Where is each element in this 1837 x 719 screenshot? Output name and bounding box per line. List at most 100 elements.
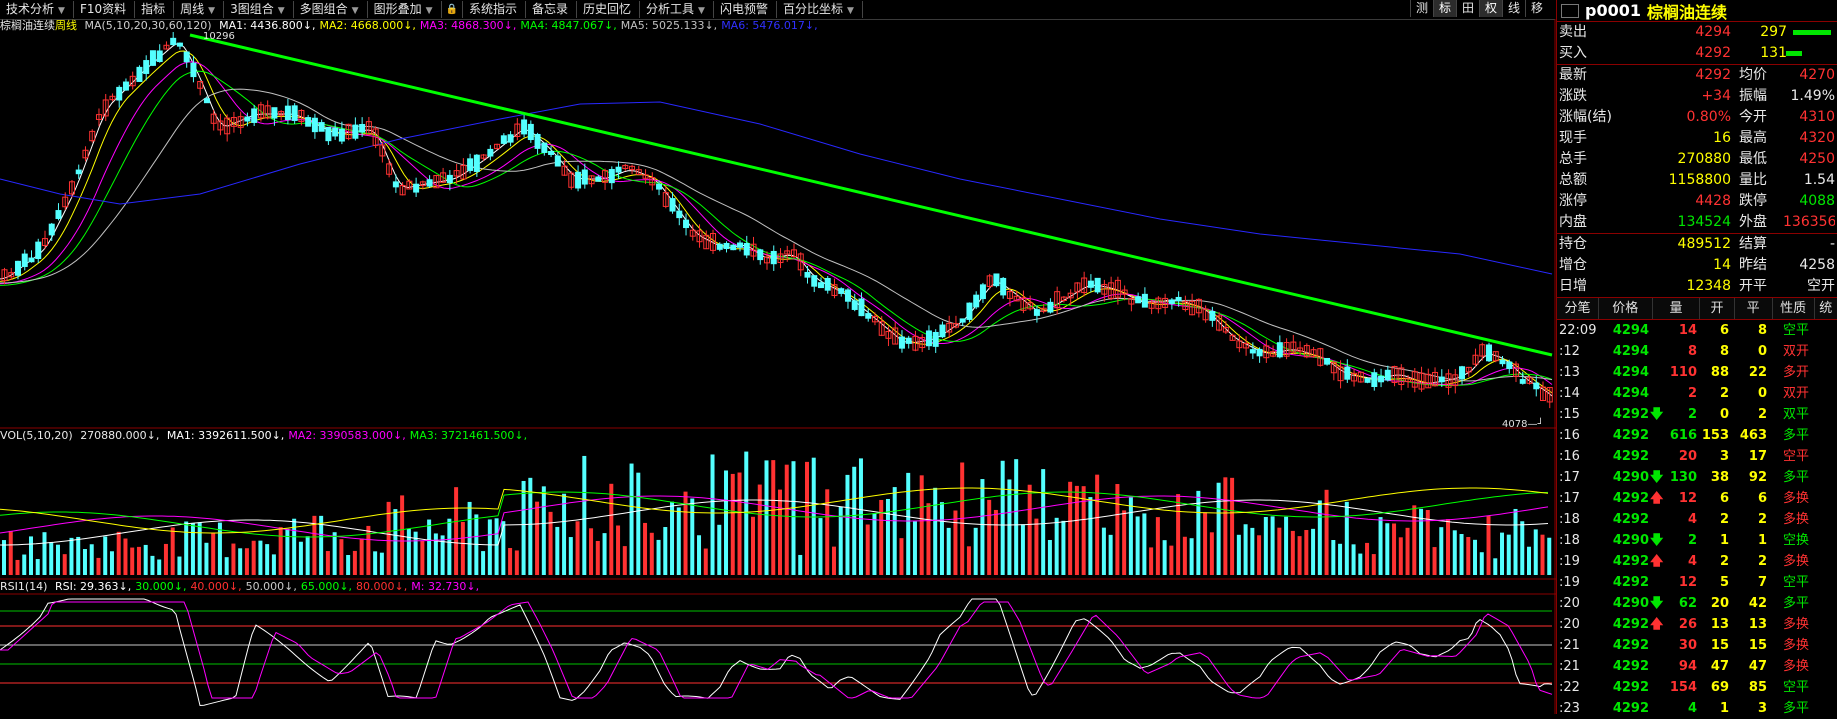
toolbar-button-10[interactable]: 分析工具 ▼	[640, 1, 714, 18]
volume-bar	[170, 527, 175, 575]
volume-bar	[1317, 500, 1322, 575]
volume-bar	[400, 495, 405, 575]
tick-row[interactable]: :21 4292 30 15 15 多换	[1557, 635, 1837, 656]
toolbar-button-6[interactable]: 图形叠加 ▼	[368, 1, 442, 18]
tick-row[interactable]: :20 4290 🡇 62 20 42 多平	[1557, 593, 1837, 614]
tick-row[interactable]: :14 4294 2 2 0 双开	[1557, 383, 1837, 404]
tick-row[interactable]: :18 4292 4 2 2 多换	[1557, 509, 1837, 530]
toolbar-button-4[interactable]: 3图组合 ▼	[224, 1, 294, 18]
candle-body	[170, 37, 177, 46]
candle-body	[359, 124, 366, 133]
tick-row[interactable]: 22:09 4294 14 6 8 空平	[1557, 320, 1837, 341]
toolbar-right-button-0[interactable]: 测	[1410, 0, 1433, 17]
volume-bar	[872, 513, 877, 575]
tick-column-header[interactable]: 平	[1735, 298, 1773, 319]
tick-row[interactable]: :22 4292 154 69 85 空平	[1557, 677, 1837, 698]
toolbar-button-12[interactable]: 百分比坐标 ▼	[777, 1, 863, 18]
volume-bar	[946, 527, 951, 575]
toolbar-right-button-2[interactable]: 田	[1456, 0, 1479, 17]
tick-row[interactable]: :17 4292 🡅 12 6 6 多换	[1557, 488, 1837, 509]
tick-row[interactable]: :15 4292 🡇 2 0 2 双平	[1557, 404, 1837, 425]
quote-row: 现手 16 最高 4320	[1557, 128, 1837, 149]
tick-volume: 8	[1687, 344, 1697, 359]
candle-body	[1168, 299, 1175, 304]
volume-bar	[130, 547, 135, 575]
volume-bar	[76, 536, 81, 575]
toolbar-right-button-3[interactable]: 权	[1479, 0, 1502, 17]
toolbar-button-7[interactable]: 系统指示	[463, 1, 526, 18]
tick-row[interactable]: :16 4292 616 153 463 多平	[1557, 425, 1837, 446]
candle-body	[156, 50, 163, 63]
volume-bar	[494, 518, 499, 575]
tick-column-header[interactable]: 统	[1815, 298, 1837, 319]
tick-nature: 多换	[1783, 638, 1810, 653]
quote-value: +34	[1701, 88, 1731, 104]
volume-bar	[96, 557, 101, 575]
quote-label: 今开	[1739, 109, 1767, 125]
toolbar-button-11[interactable]: 闪电预警	[714, 1, 777, 18]
tick-close: 17	[1748, 449, 1767, 464]
volume-bar	[487, 519, 492, 575]
candle-body	[973, 294, 980, 308]
candle-body	[811, 275, 818, 287]
window-icon[interactable]	[1561, 3, 1579, 18]
tick-row[interactable]: :23 4292 4 1 3 多平	[1557, 698, 1837, 719]
quote-value: 4270	[1799, 67, 1835, 83]
volume-bar	[69, 537, 74, 575]
volume-bar	[1047, 539, 1052, 575]
tick-row[interactable]: :16 4292 20 3 17 空平	[1557, 446, 1837, 467]
candle-body	[305, 117, 312, 127]
tick-row[interactable]: :17 4290 🡇 130 38 92 多平	[1557, 467, 1837, 488]
candle-body	[534, 133, 541, 149]
tick-column-header[interactable]: 性质	[1773, 298, 1815, 319]
volume-bar	[1324, 489, 1329, 575]
tick-column-header[interactable]: 价格	[1599, 298, 1653, 319]
volume-bar	[190, 523, 195, 575]
tick-row[interactable]: :12 4294 8 8 0 双开	[1557, 341, 1837, 362]
lock-icon[interactable]: 🔒	[442, 1, 463, 18]
toolbar-button-5[interactable]: 多图组合 ▼	[294, 1, 368, 18]
volume-bar	[973, 527, 978, 575]
tick-row[interactable]: :19 4292 🡅 4 2 2 多换	[1557, 551, 1837, 572]
tick-column-header[interactable]: 量	[1653, 298, 1701, 319]
toolbar-button-9[interactable]: 历史回忆	[577, 1, 641, 18]
kline-chart[interactable]: 102964078—┘	[0, 19, 1556, 714]
toolbar-button-1[interactable]: F10资料	[74, 1, 136, 18]
candle-body	[311, 117, 318, 133]
moving-average-line	[0, 61, 1553, 386]
tick-open: 5	[1719, 575, 1729, 590]
volume-bar	[211, 532, 216, 575]
toolbar-button-3[interactable]: 周线 ▼	[174, 1, 225, 18]
toolbar-right-button-5[interactable]: 移	[1525, 0, 1548, 17]
candle-body	[575, 171, 582, 189]
candle-body	[932, 331, 939, 347]
tick-open: 1	[1719, 533, 1729, 548]
tick-row[interactable]: :13 4294 110 88 22 多开	[1557, 362, 1837, 383]
quote-label: 最高	[1739, 130, 1767, 146]
tick-row[interactable]: :20 4292 🡅 26 13 13 多换	[1557, 614, 1837, 635]
toolbar-right-button-4[interactable]: 线	[1502, 0, 1525, 17]
quote-row: 总额 1158800 量比 1.54	[1557, 170, 1837, 191]
tick-column-header[interactable]: 开	[1700, 298, 1735, 319]
quote-label: 开平	[1739, 278, 1767, 294]
toolbar-button-8[interactable]: 备忘录	[526, 1, 577, 18]
tick-time: :20	[1559, 617, 1580, 632]
volume-bar	[271, 554, 276, 575]
toolbar-right-button-1[interactable]: 标	[1433, 0, 1456, 17]
tick-table[interactable]: 22:09 4294 14 6 8 空平:12 4294 8 8 0 双开:13 4294 110 88 2…	[1557, 320, 1837, 719]
tick-row[interactable]: :18 4290 🡇 2 1 1 空换	[1557, 530, 1837, 551]
candle-body	[291, 105, 298, 121]
quote-label: 最低	[1739, 151, 1767, 167]
candle-body	[325, 126, 332, 142]
tick-row[interactable]: :21 4292 94 47 47 多换	[1557, 656, 1837, 677]
volume-bar	[568, 537, 573, 575]
toolbar-button-2[interactable]: 指标	[135, 1, 175, 18]
candle-body	[676, 210, 683, 219]
tick-row[interactable]: :19 4292 12 5 7 空平	[1557, 572, 1837, 593]
candle-body	[844, 289, 851, 302]
toolbar-button-0[interactable]: 技术分析 ▼	[0, 1, 74, 18]
quote-value: 4310	[1799, 109, 1835, 125]
volume-bar	[1392, 523, 1397, 575]
tick-column-header[interactable]: 分笔	[1557, 298, 1599, 319]
volume-bar	[622, 546, 627, 575]
